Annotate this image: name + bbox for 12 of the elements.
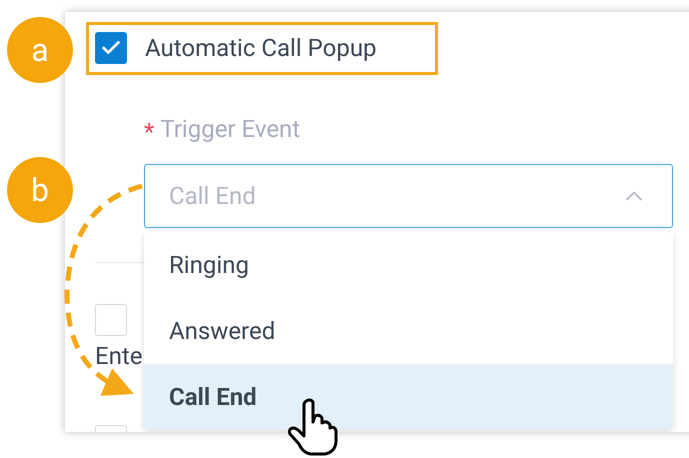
step-badge: b — [7, 157, 73, 223]
field-label: Trigger Event — [160, 117, 300, 141]
option-label: Automatic Call Popup — [145, 36, 377, 60]
option-label: Ente — [95, 344, 142, 368]
step-badge: a — [7, 17, 73, 83]
dropdown-option[interactable]: Answered — [144, 298, 673, 364]
select-value: Call End — [169, 181, 256, 212]
required-asterisk: * — [144, 117, 154, 144]
dropdown-option[interactable]: Call End — [144, 364, 673, 430]
checkbox[interactable] — [95, 32, 127, 64]
dropdown-option[interactable]: Ringing — [144, 232, 673, 298]
checkbox[interactable] — [95, 304, 127, 336]
